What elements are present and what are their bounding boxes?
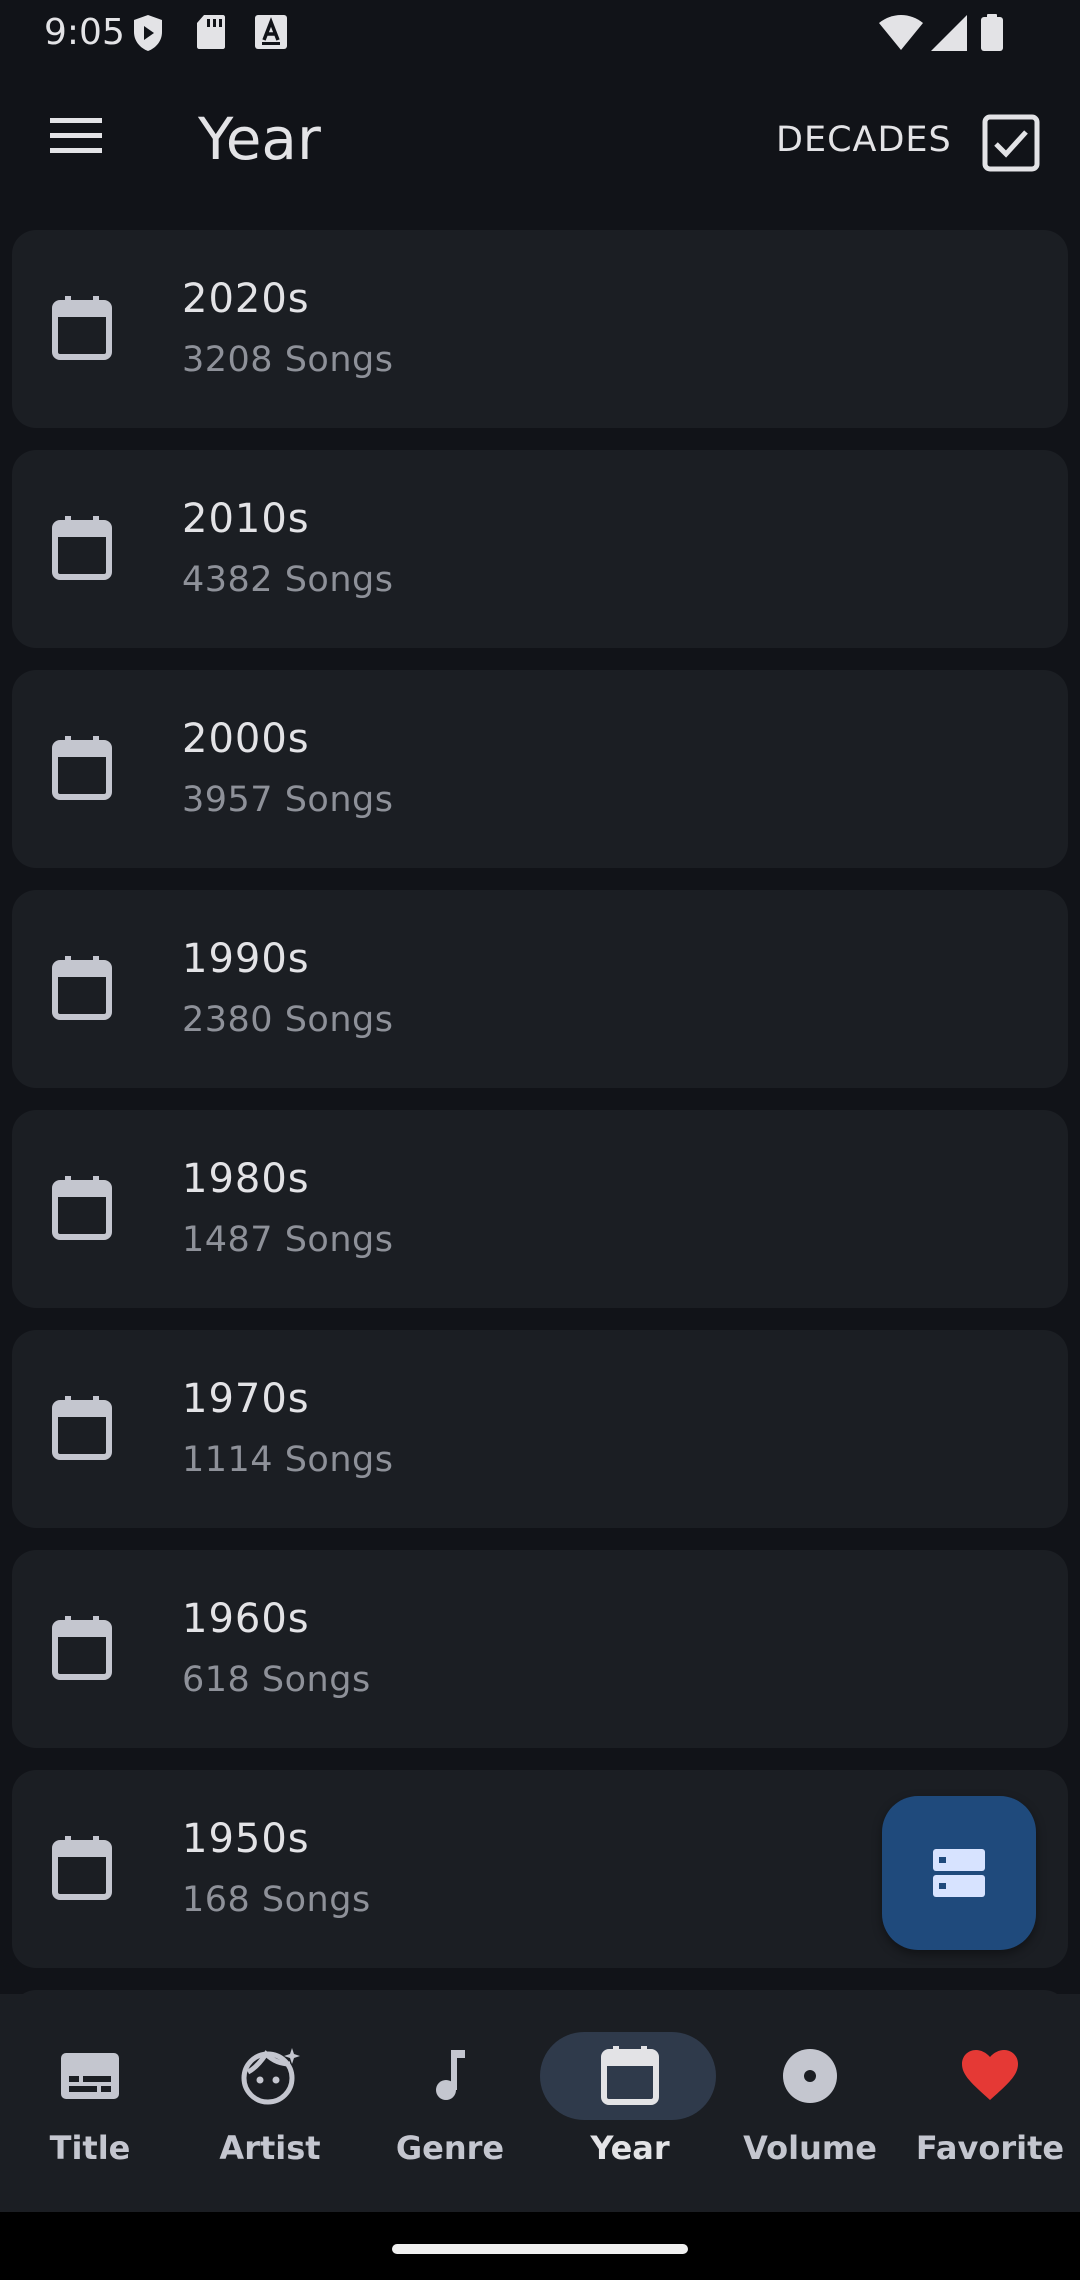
list-item[interactable]: 1960s 618 Songs [12, 1550, 1068, 1748]
nav-label-favorite: Favorite [915, 2129, 1065, 2167]
calendar-icon [52, 296, 112, 360]
song-count: 1114 Songs [182, 1440, 394, 1480]
heart-icon [962, 2050, 1018, 2100]
song-count: 1487 Songs [182, 1220, 394, 1260]
decade-label: 1990s [182, 936, 310, 982]
nav-label-artist: Artist [219, 2129, 321, 2167]
menu-icon [50, 118, 102, 153]
decade-label: 1950s [182, 1816, 310, 1862]
list-item[interactable]: 1980s 1487 Songs [12, 1110, 1068, 1308]
decade-label: 1970s [182, 1376, 310, 1422]
nav-item-artist[interactable]: Artist [180, 1994, 360, 2212]
autofill-icon [255, 15, 287, 49]
song-count: 618 Songs [182, 1660, 371, 1700]
checkbox-checked-icon [982, 114, 1040, 172]
list-item[interactable]: 1970s 1114 Songs [12, 1330, 1068, 1528]
page-title: Year [198, 105, 321, 173]
sd-card-icon [197, 15, 225, 49]
menu-button[interactable] [36, 110, 116, 190]
nav-item-genre[interactable]: Genre [360, 1994, 540, 2212]
music-note-icon [436, 2050, 465, 2100]
top-app-bar: Year DECADES [0, 68, 1080, 218]
decade-label: 1960s [182, 1596, 310, 1642]
song-count: 2380 Songs [182, 1000, 394, 1040]
song-count: 168 Songs [182, 1880, 371, 1920]
decades-checkbox[interactable] [982, 114, 1040, 172]
song-count: 4382 Songs [182, 560, 394, 600]
decade-label: 2010s [182, 496, 310, 542]
decade-label: 2000s [182, 716, 310, 762]
play-protect-icon [134, 15, 162, 51]
list-item[interactable]: 1990s 2380 Songs [12, 890, 1068, 1088]
decade-label: 1980s [182, 1156, 310, 1202]
calendar-icon [52, 1396, 112, 1460]
gesture-navigation-bar [0, 2212, 1080, 2280]
subtitles-icon [61, 2053, 119, 2099]
face-icon [241, 2048, 300, 2105]
list-item[interactable]: 2010s 4382 Songs [12, 450, 1068, 648]
list-item[interactable]: 2000s 3957 Songs [12, 670, 1068, 868]
bottom-navigation: Title Artist Genre Year Volume Favorite [0, 1994, 1080, 2212]
status-bar: 9:05 [0, 0, 1080, 68]
status-time: 9:05 [44, 12, 125, 53]
song-count: 3208 Songs [182, 340, 394, 380]
nav-item-year[interactable]: Year [540, 1994, 720, 2212]
nav-label-volume: Volume [743, 2129, 877, 2167]
cellular-signal-icon [931, 15, 967, 51]
list-item[interactable]: 2020s 3208 Songs [12, 230, 1068, 428]
nav-item-favorite[interactable]: Favorite [900, 1994, 1080, 2212]
wifi-icon [879, 15, 923, 50]
calendar-icon [52, 956, 112, 1020]
nav-item-volume[interactable]: Volume [720, 1994, 900, 2212]
calendar-icon [52, 736, 112, 800]
calendar-icon [601, 2046, 659, 2105]
decade-label: 2020s [182, 276, 310, 322]
nav-label-genre: Genre [395, 2129, 505, 2167]
storage-fab-button[interactable] [882, 1796, 1036, 1950]
home-gesture-handle[interactable] [392, 2244, 688, 2254]
nav-label-year: Year [590, 2129, 670, 2167]
nav-label-title: Title [49, 2129, 131, 2167]
storage-icon [933, 1849, 985, 1897]
year-screen: 9:05 Year DECADES 2020s 3208 Songs 2010s… [0, 0, 1080, 2280]
song-count: 3957 Songs [182, 780, 394, 820]
nav-item-title[interactable]: Title [0, 1994, 180, 2212]
calendar-icon [52, 1836, 112, 1900]
calendar-icon [52, 516, 112, 580]
album-icon [783, 2049, 837, 2103]
calendar-icon [52, 1176, 112, 1240]
decades-toggle-label[interactable]: DECADES [776, 118, 952, 162]
battery-icon [981, 14, 1003, 51]
calendar-icon [52, 1616, 112, 1680]
